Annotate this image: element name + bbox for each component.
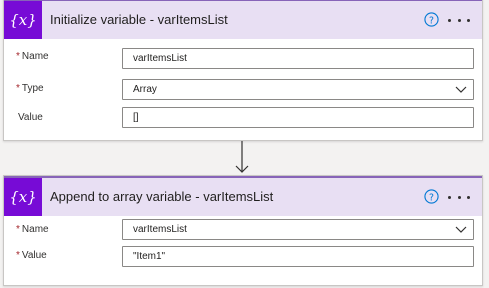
help-icon[interactable]: ? <box>424 12 439 27</box>
variable-icon: {x} <box>4 1 42 39</box>
value-label: Value <box>18 112 43 123</box>
svg-text:{x}: {x} <box>10 11 36 29</box>
variable-icon: {x} <box>4 178 42 216</box>
value-label: * Value <box>16 250 47 261</box>
arrow-down-icon <box>235 141 249 173</box>
type-label: * Type <box>16 83 44 94</box>
svg-text:?: ? <box>429 192 434 203</box>
name-dropdown[interactable]: varItemsList <box>122 219 474 240</box>
card-title: Append to array variable - varItemsList <box>50 189 274 204</box>
chevron-down-icon <box>455 226 467 233</box>
svg-text:{x}: {x} <box>10 188 36 206</box>
chevron-down-icon <box>455 86 467 93</box>
type-dropdown[interactable]: Array <box>122 79 474 100</box>
svg-text:?: ? <box>429 15 434 26</box>
help-icon[interactable]: ? <box>424 189 439 204</box>
value-input[interactable]: [] <box>122 107 474 128</box>
value-input-value: "Item1" <box>133 251 166 262</box>
append-to-array-card: {x} Append to array variable - varItemsL… <box>3 175 483 286</box>
name-input[interactable]: varItemsList <box>122 48 474 69</box>
name-dropdown-value: varItemsList <box>133 224 187 235</box>
type-dropdown-value: Array <box>133 84 157 95</box>
more-options-icon[interactable] <box>448 187 470 207</box>
more-options-icon[interactable] <box>448 10 470 30</box>
value-input[interactable]: "Item1" <box>122 246 474 267</box>
value-input-value: [] <box>133 112 139 123</box>
card-title: Initialize variable - varItemsList <box>50 12 228 27</box>
name-label: * Name <box>16 224 49 235</box>
name-input-value: varItemsList <box>133 53 187 64</box>
initialize-variable-card: {x} Initialize variable - varItemsList ?… <box>3 0 483 141</box>
name-label: * Name <box>16 51 49 62</box>
card-header[interactable]: {x} Initialize variable - varItemsList ? <box>4 1 482 39</box>
card-header[interactable]: {x} Append to array variable - varItemsL… <box>4 178 482 216</box>
